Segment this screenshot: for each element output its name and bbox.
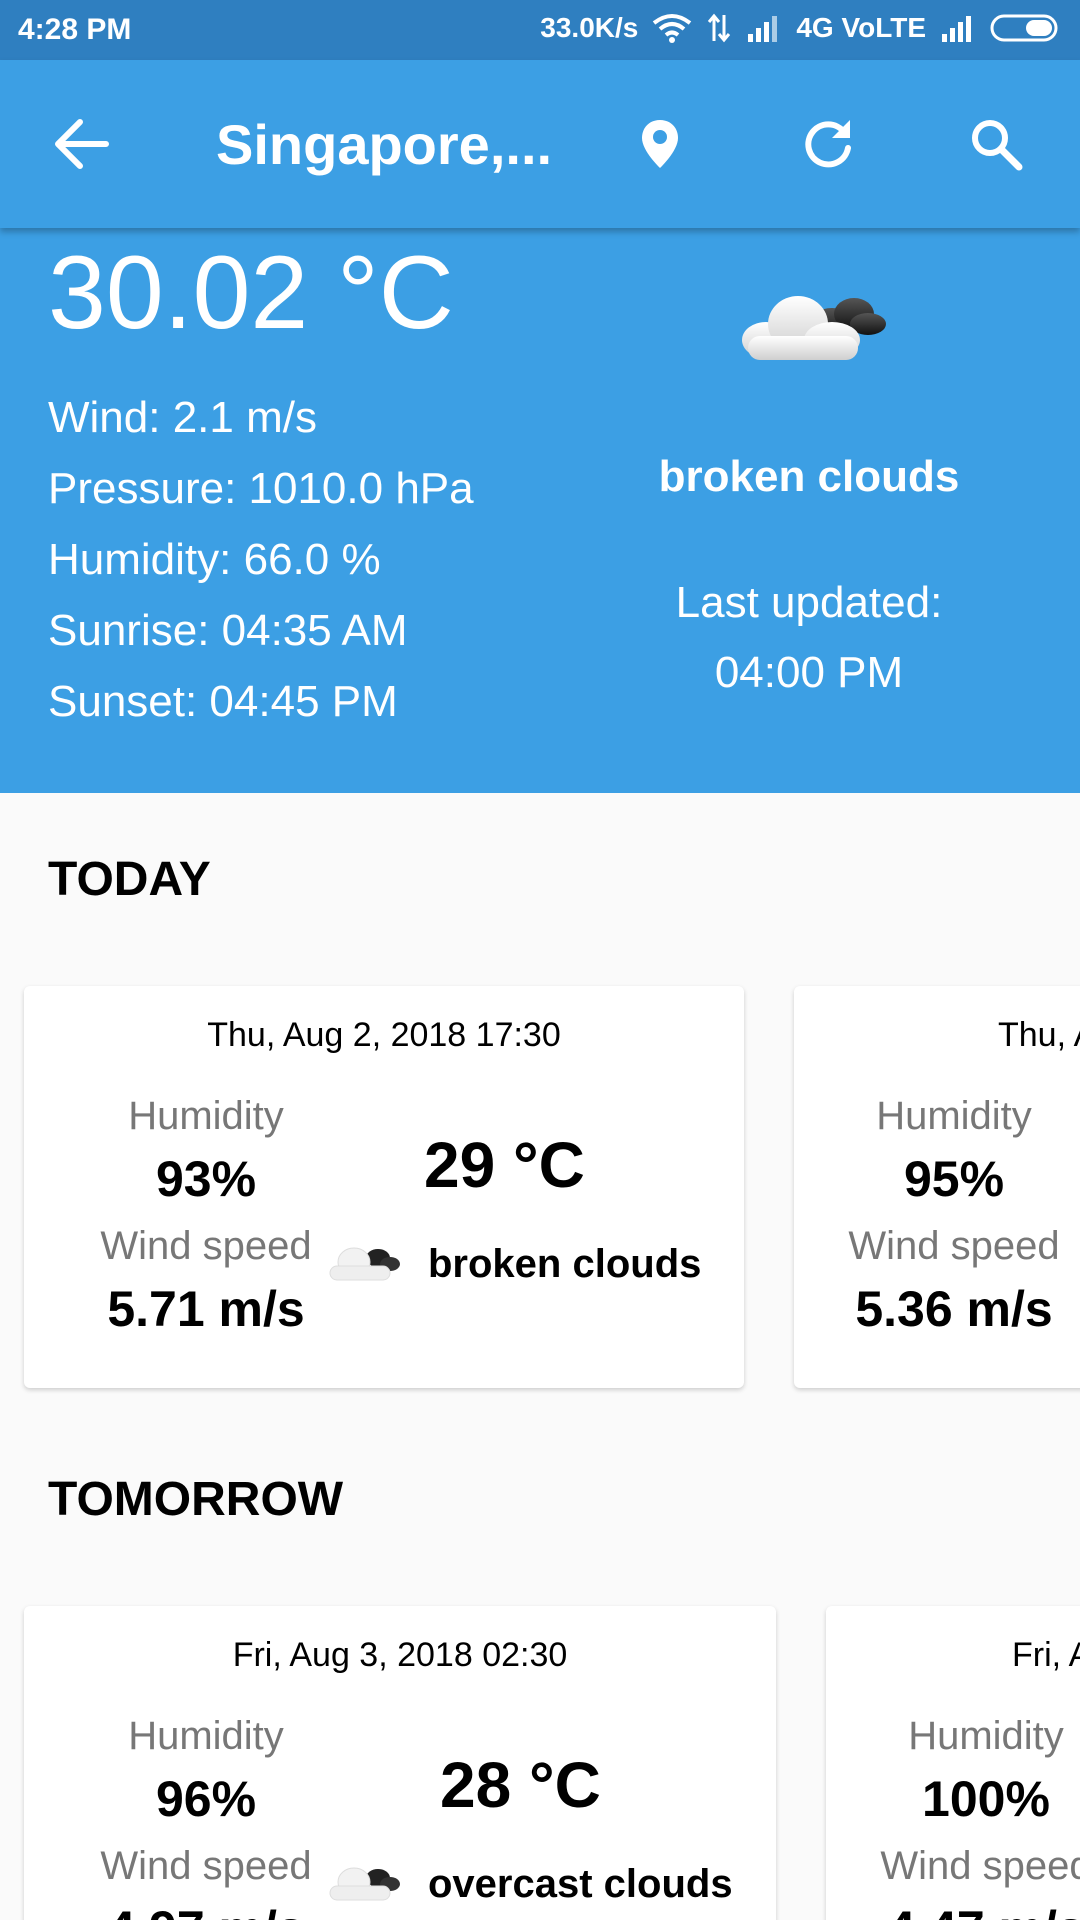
- broken-clouds-icon: [324, 1238, 404, 1288]
- wind-speed-value: 4.97 m/s: [46, 1900, 366, 1920]
- wind-speed-value: 5.36 m/s: [855, 1281, 1053, 1337]
- humidity-label: Humidity: [876, 1094, 1032, 1138]
- section-title-tomorrow: TOMORROW: [48, 1473, 344, 1526]
- forecast-date: Thu, Aug 2, 2018 17:30: [207, 1016, 561, 1054]
- forecast-description: broken clouds: [428, 1242, 702, 1286]
- humidity-label: Humidity: [908, 1714, 1064, 1758]
- status-time: 4:28 PM: [18, 13, 132, 46]
- section-title-today: TODAY: [48, 853, 211, 906]
- wind-speed-label: Wind speed: [100, 1844, 312, 1888]
- status-indicators: 33.0K/s 4G VoLTE: [540, 12, 1062, 44]
- overcast-clouds-icon: [324, 1858, 404, 1908]
- battery-icon: [990, 13, 1062, 43]
- signal-icon-2: [940, 14, 976, 42]
- current-sunset: Sunset: 04:45 PM: [48, 677, 398, 726]
- humidity-value: 93%: [155, 1151, 257, 1207]
- forecast-card[interactable]: Thu, A Humidity 95% Wind speed 5.36 m/s: [794, 986, 1080, 1388]
- city-title: Singapore,...: [216, 113, 553, 176]
- humidity-label: Humidity: [128, 1094, 284, 1138]
- back-arrow-icon[interactable]: [52, 116, 112, 172]
- current-wind: Wind: 2.1 m/s: [48, 393, 317, 442]
- wifi-icon: [652, 13, 692, 43]
- data-transfer-icon: [706, 13, 732, 43]
- location-pin-icon[interactable]: [628, 112, 692, 176]
- network-type: 4G VoLTE: [796, 12, 926, 43]
- current-description: broken clouds: [658, 452, 960, 501]
- forecast-description: overcast clouds: [428, 1862, 733, 1906]
- wind-speed-label: Wind speed: [848, 1224, 1060, 1268]
- search-icon[interactable]: [964, 112, 1028, 176]
- humidity-value: 96%: [155, 1771, 257, 1827]
- forecast-date: Thu, A: [998, 1016, 1080, 1054]
- current-weather-panel: 30.02 °C Wind: 2.1 m/s Pressure: 1010.0 …: [0, 228, 1080, 793]
- forecast-temperature: 28 °C: [440, 1749, 601, 1821]
- wind-speed-label: Wind speed: [880, 1844, 1080, 1888]
- network-speed: 33.0K/s: [540, 12, 639, 43]
- wind-speed-value: 4.47 m/s: [826, 1900, 1080, 1920]
- current-sunrise: Sunrise: 04:35 AM: [48, 606, 408, 655]
- signal-icon: [746, 14, 782, 42]
- humidity-value: 100%: [922, 1771, 1050, 1827]
- wind-speed-label: Wind speed: [100, 1224, 312, 1268]
- wind-speed-value: 5.71 m/s: [107, 1281, 305, 1337]
- forecast-card[interactable]: Fri, A Humidity 100% Wind speed 4.47 m/s: [826, 1606, 1080, 1920]
- humidity-value: 95%: [903, 1151, 1005, 1207]
- humidity-label: Humidity: [128, 1714, 284, 1758]
- forecast-date: Fri, Aug 3, 2018 02:30: [232, 1636, 568, 1674]
- broken-clouds-icon: [736, 278, 888, 368]
- last-updated-label: Last updated:: [675, 578, 943, 627]
- current-humidity: Humidity: 66.0 %: [48, 535, 381, 584]
- status-bar: 4:28 PM 33.0K/s 4G VoLTE: [0, 0, 1080, 60]
- forecast-temperature: 29 °C: [424, 1129, 585, 1201]
- last-updated-time: 04:00 PM: [714, 648, 904, 697]
- forecast-card[interactable]: Thu, Aug 2, 2018 17:30 Humidity 93% Wind…: [24, 986, 744, 1388]
- refresh-icon[interactable]: [796, 112, 860, 176]
- last-updated: Last updated: 04:00 PM: [650, 568, 968, 708]
- app-toolbar: Singapore,...: [0, 60, 1080, 228]
- forecast-card[interactable]: Fri, Aug 3, 2018 02:30 Humidity 96% Wind…: [24, 1606, 776, 1920]
- current-temperature: 30.02 °C: [48, 235, 454, 351]
- current-pressure: Pressure: 1010.0 hPa: [48, 464, 474, 513]
- forecast-date: Fri, A: [1012, 1636, 1080, 1674]
